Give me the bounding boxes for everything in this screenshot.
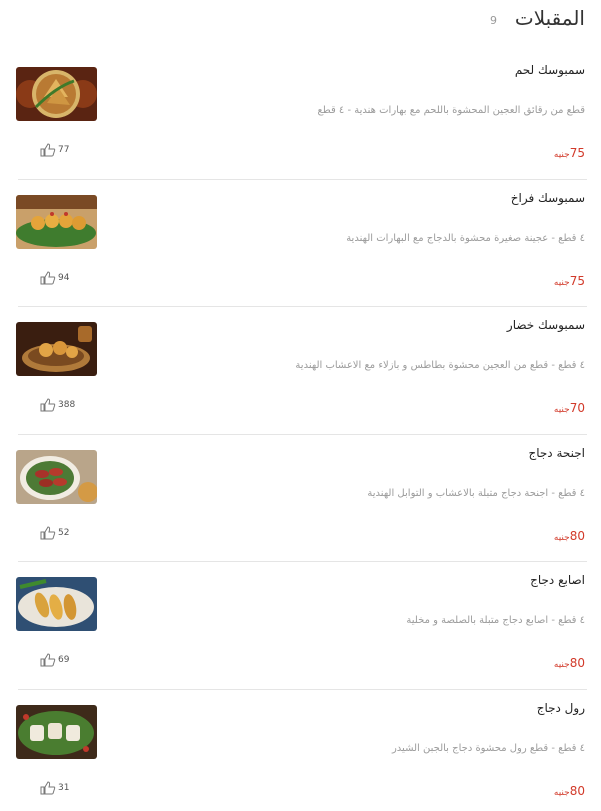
menu-item[interactable]: اجنحة دجاج ٤ قطع - اجنحة دجاج متبلة بالا… — [0, 435, 601, 563]
item-description: ٤ قطع - اجنحة دجاج متبلة بالاعشاب و التو… — [367, 487, 585, 499]
price-currency: جنيه — [553, 787, 570, 798]
like-button[interactable]: 31 — [40, 780, 70, 795]
dish-photo[interactable] — [16, 194, 97, 249]
thumbs-up-icon — [40, 780, 56, 794]
like-count: 69 — [58, 655, 70, 665]
like-count: 388 — [58, 400, 76, 410]
item-name[interactable]: اصابع دجاج — [530, 573, 585, 587]
dish-photo[interactable] — [16, 322, 97, 376]
item-name[interactable]: سمبوسك فراخ — [511, 191, 585, 205]
item-description: ٤ قطع - عجينة صغيرة محشوة بالدجاج مع الب… — [346, 232, 585, 244]
price-value: 80 — [569, 528, 585, 543]
item-price: 75جنيه — [554, 270, 585, 289]
dish-photo[interactable] — [16, 704, 97, 759]
dish-photo[interactable] — [16, 67, 97, 121]
thumbs-up-icon — [40, 525, 56, 539]
item-price: 70جنيه — [554, 397, 585, 416]
like-button[interactable]: 388 — [40, 398, 75, 412]
menu-item[interactable]: سمبوسك لحم قطع من رقائق العجين المحشوة ب… — [0, 52, 601, 180]
thumbs-up-icon — [40, 270, 56, 284]
price-currency: جنيه — [553, 532, 570, 543]
price-value: 80 — [569, 656, 585, 670]
thumbs-up-icon — [40, 143, 56, 157]
item-price: 80جنيه — [554, 525, 585, 544]
price-value: 70 — [569, 401, 585, 415]
dish-photo[interactable] — [16, 577, 97, 631]
price-value: 80 — [569, 783, 585, 798]
like-count: 94 — [58, 272, 70, 283]
like-button[interactable]: 52 — [40, 525, 70, 540]
price-currency: جنيه — [553, 405, 570, 415]
menu-item[interactable]: سمبوسك فراخ ٤ قطع - عجينة صغيرة محشوة با… — [0, 180, 601, 308]
like-button[interactable]: 69 — [40, 653, 69, 667]
menu-item[interactable]: رول دجاج ٤ قطع - قطع رول محشوة دجاج بالج… — [0, 690, 601, 811]
item-description: ٤ قطع - اصابع دجاج متبلة بالصلصة و مخلية — [406, 615, 585, 626]
dish-photo[interactable] — [16, 449, 97, 504]
section-header: المقبلات 9 — [0, 0, 601, 44]
thumbs-up-icon — [40, 653, 56, 667]
section-title: المقبلات — [514, 6, 585, 30]
menu-item[interactable]: اصابع دجاج ٤ قطع - اصابع دجاج متبلة بالص… — [0, 562, 601, 690]
item-name[interactable]: سمبوسك خضار — [507, 318, 585, 332]
item-name[interactable]: اجنحة دجاج — [528, 446, 585, 460]
section-count: 9 — [490, 14, 497, 27]
price-currency: جنيه — [553, 660, 570, 670]
price-currency: جنيه — [553, 277, 570, 288]
like-button[interactable]: 77 — [40, 143, 69, 157]
menu-item[interactable]: سمبوسك خضار ٤ قطع - قطع من العجين محشوة … — [0, 307, 601, 435]
item-description: قطع من رقائق العجين المحشوة باللحم مع به… — [317, 105, 585, 116]
item-name[interactable]: رول دجاج — [537, 701, 585, 715]
like-button[interactable]: 94 — [40, 270, 70, 285]
item-price: 75جنيه — [554, 142, 585, 161]
price-value: 75 — [569, 273, 585, 288]
menu-list: سمبوسك لحم قطع من رقائق العجين المحشوة ب… — [0, 52, 601, 811]
like-count: 31 — [58, 782, 70, 793]
thumbs-up-icon — [40, 398, 56, 412]
item-description: ٤ قطع - قطع من العجين محشوة بطاطس و بازل… — [295, 360, 585, 371]
like-count: 52 — [58, 527, 70, 538]
item-price: 80جنيه — [554, 652, 585, 671]
price-currency: جنيه — [553, 150, 570, 160]
price-value: 75 — [569, 146, 585, 160]
item-name[interactable]: سمبوسك لحم — [515, 63, 585, 77]
item-description: ٤ قطع - قطع رول محشوة دجاج بالجبن الشيدر — [391, 742, 585, 754]
like-count: 77 — [58, 145, 70, 155]
item-price: 80جنيه — [554, 780, 585, 799]
